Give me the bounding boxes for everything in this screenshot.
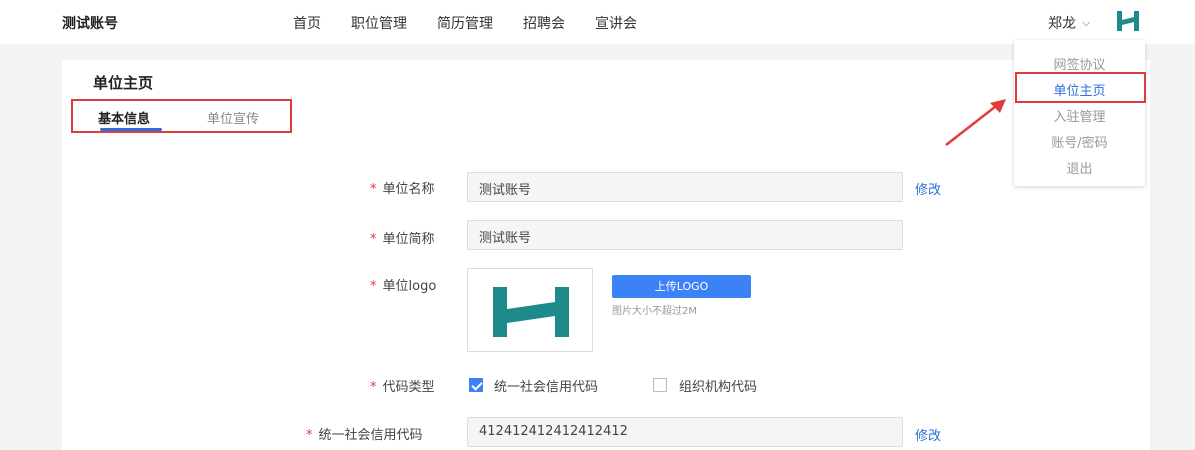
main-nav: 首页 职位管理 简历管理 招聘会 宣讲会 [293,13,637,33]
nav-presentation[interactable]: 宣讲会 [595,13,637,33]
nav-job-fair[interactable]: 招聘会 [523,13,565,33]
logo-icon [493,287,569,337]
company-short-name-label: * 单位简称 [370,228,435,247]
user-menu-toggle[interactable]: 郑龙 ⌵ [1048,13,1090,33]
credit-code-label: * 统一社会信用代码 [306,424,423,443]
edit-company-name-link[interactable]: 修改 [915,179,941,198]
credit-code-label-text: 统一社会信用代码 [318,428,423,443]
edit-credit-code-link[interactable]: 修改 [915,425,941,444]
required-mark: * [306,428,313,443]
code-type-label: * 代码类型 [370,376,435,395]
credit-code-checkbox[interactable] [469,378,483,392]
active-tab-indicator [100,128,162,131]
tab-bar: 基本信息 单位宣传 [71,99,292,133]
logo-icon [1117,11,1139,31]
required-mark: * [370,279,377,294]
nav-job-management[interactable]: 职位管理 [351,13,407,33]
upload-hint: 图片大小不超过2M [612,306,697,317]
menu-item-account-password[interactable]: 账号/密码 [1014,132,1145,151]
tab-basic-info[interactable]: 基本信息 [98,108,150,127]
user-dropdown-menu: 网签协议 单位主页 入驻管理 账号/密码 退出 [1014,40,1145,186]
nav-home[interactable]: 首页 [293,13,321,33]
top-bar: 测试账号 首页 职位管理 简历管理 招聘会 宣讲会 郑龙 ⌵ [0,0,1195,44]
nav-resume-management[interactable]: 简历管理 [437,13,493,33]
credit-code-field[interactable]: 412412412412412412 [467,417,903,447]
company-short-name-field[interactable]: 测试账号 [467,220,903,250]
menu-item-online-agreement[interactable]: 网签协议 [1014,54,1145,73]
code-type-label-text: 代码类型 [382,380,435,395]
user-name: 郑龙 [1048,16,1076,32]
required-mark: * [370,380,377,395]
chevron-down-icon: ⌵ [1082,16,1091,29]
required-mark: * [370,182,377,197]
menu-item-logout[interactable]: 退出 [1014,158,1145,177]
page-title: 单位主页 [93,74,154,92]
org-code-option-label: 组织机构代码 [679,380,758,395]
upload-logo-button[interactable]: 上传LOGO [612,275,751,298]
org-code-checkbox[interactable] [653,378,667,392]
company-name-label: * 单位名称 [370,178,435,197]
company-logo-label: * 单位logo [370,275,436,294]
company-name-field[interactable]: 测试账号 [467,172,903,202]
highlight-box [1015,72,1146,103]
company-logo-label-text: 单位logo [382,279,437,294]
credit-code-option-label: 统一社会信用代码 [494,380,599,395]
company-name-label-text: 单位名称 [382,182,435,197]
required-mark: * [370,232,377,247]
menu-item-settle-management[interactable]: 入驻管理 [1014,106,1145,125]
company-logo-preview [467,268,593,352]
annotation-arrow-icon [945,99,1006,146]
brand-name: 测试账号 [62,16,118,32]
company-short-name-label-text: 单位简称 [382,232,435,247]
tab-company-promotion[interactable]: 单位宣传 [207,108,259,127]
